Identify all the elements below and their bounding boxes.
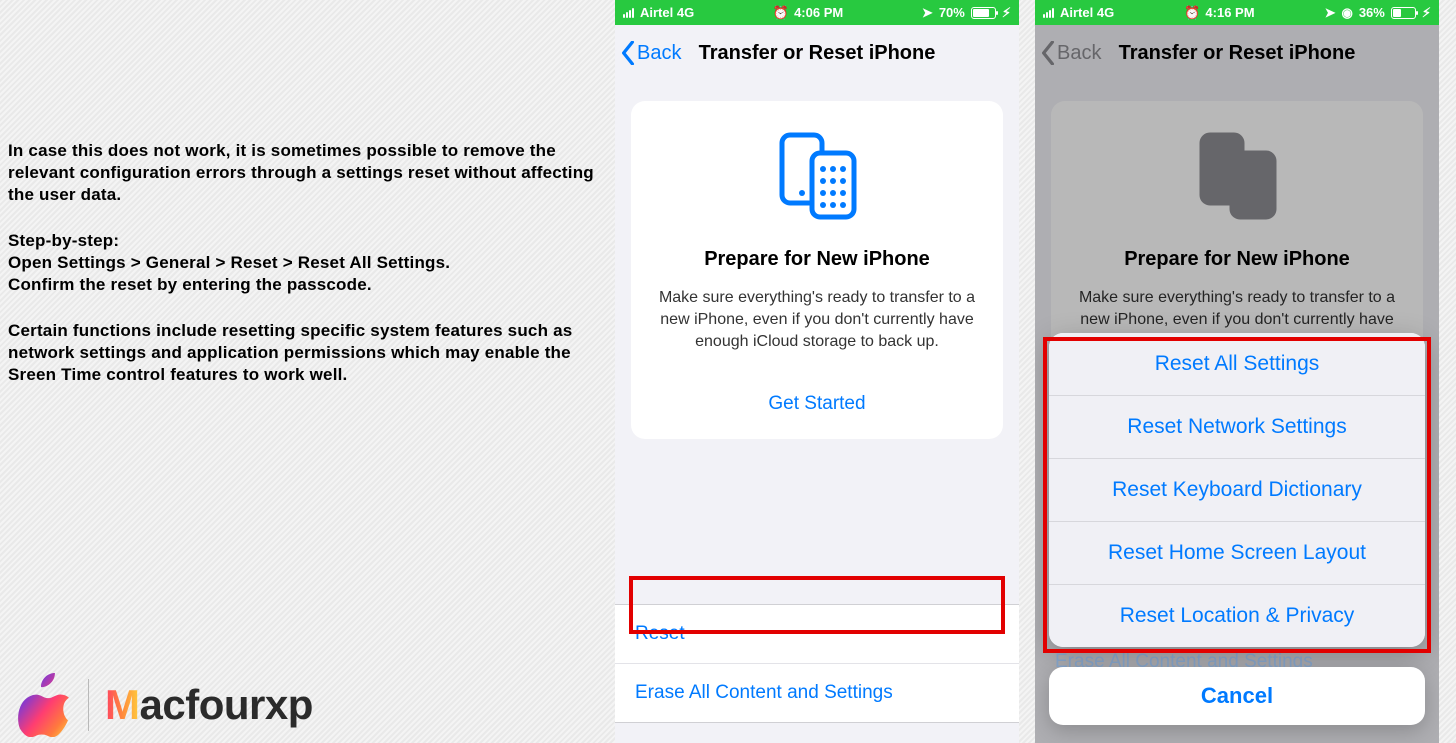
reset-row[interactable]: Reset	[615, 605, 1019, 664]
alarm-icon: ⏰	[773, 5, 789, 21]
card-heading: Prepare for New iPhone	[651, 248, 983, 271]
reset-opt-keyboard[interactable]: Reset Keyboard Dictionary	[1049, 459, 1425, 522]
carrier-label: Airtel 4G	[640, 5, 694, 20]
page-title: Transfer or Reset iPhone	[699, 42, 936, 65]
battery-icon	[971, 7, 996, 19]
get-started-button[interactable]: Get Started	[651, 393, 983, 415]
article-para-1: In case this does not work, it is someti…	[8, 140, 607, 206]
logo-wordmark: Macfourxp	[105, 681, 313, 729]
reset-action-sheet: Reset All Settings Reset Network Setting…	[1049, 333, 1425, 647]
iphone-screenshot-1: Airtel 4G ⏰ 4:06 PM ➤ 70% ⚡︎ Back Transf…	[615, 0, 1019, 743]
signal-icon	[1043, 7, 1054, 18]
signal-icon	[623, 7, 634, 18]
chevron-left-icon	[621, 41, 635, 65]
status-bar: Airtel 4G ⏰ 4:06 PM ➤ 70% ⚡︎	[615, 0, 1019, 25]
iphone-screenshot-2: Airtel 4G ⏰ 4:16 PM ➤ ◉ 36% ⚡︎ Back Tran…	[1035, 0, 1439, 743]
back-label: Back	[637, 42, 681, 65]
logo-divider	[88, 679, 89, 731]
prepare-card: Prepare for New iPhone Make sure everyth…	[631, 101, 1003, 439]
bottom-options-list: Reset Erase All Content and Settings	[615, 604, 1019, 723]
card-desc: Make sure everything's ready to transfer…	[651, 287, 983, 353]
reset-opt-all-settings[interactable]: Reset All Settings	[1049, 333, 1425, 396]
reset-opt-network[interactable]: Reset Network Settings	[1049, 396, 1425, 459]
back-button[interactable]: Back	[621, 41, 681, 65]
location-icon: ➤	[922, 5, 933, 21]
logo-rest: acfourxp	[140, 681, 313, 729]
status-bar: Airtel 4G ⏰ 4:16 PM ➤ ◉ 36% ⚡︎	[1035, 0, 1439, 25]
logo-letter-m: M	[105, 681, 140, 729]
nav-bar: Back Transfer or Reset iPhone	[615, 25, 1019, 81]
alarm-icon: ⏰	[1184, 5, 1200, 21]
apple-gradient-icon	[18, 673, 72, 737]
clock-time: 4:06 PM	[794, 5, 843, 20]
reset-opt-location-privacy[interactable]: Reset Location & Privacy	[1049, 585, 1425, 647]
battery-icon	[1391, 7, 1416, 19]
two-phones-icon	[774, 131, 860, 221]
charging-icon: ⚡︎	[1002, 5, 1011, 21]
location-icon: ➤	[1325, 5, 1336, 21]
article-para-3: Certain functions include resetting spec…	[8, 320, 607, 386]
site-logo: Macfourxp	[18, 673, 313, 737]
cancel-button[interactable]: Cancel	[1049, 667, 1425, 725]
clock-time: 4:16 PM	[1205, 5, 1254, 20]
battery-pct: 70%	[939, 5, 965, 20]
reset-opt-home-layout[interactable]: Reset Home Screen Layout	[1049, 522, 1425, 585]
compass-icon: ◉	[1341, 5, 1352, 21]
article-para-2: Step-by-step: Open Settings > General > …	[8, 230, 607, 296]
carrier-label: Airtel 4G	[1060, 5, 1114, 20]
article-column: In case this does not work, it is someti…	[0, 0, 615, 743]
battery-pct: 36%	[1359, 5, 1385, 20]
erase-row[interactable]: Erase All Content and Settings	[615, 664, 1019, 722]
charging-icon: ⚡︎	[1422, 5, 1431, 21]
